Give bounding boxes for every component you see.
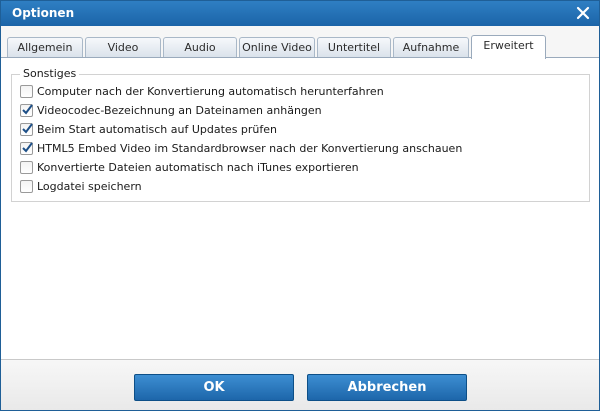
ok-button[interactable]: OK <box>134 374 294 401</box>
group-title: Sonstiges <box>20 67 80 80</box>
dialog-title: Optionen <box>12 6 75 20</box>
group-sonstiges: Sonstiges Computer nach der Konvertierun… <box>11 67 590 202</box>
option-label: Logdatei speichern <box>37 180 142 193</box>
checkbox[interactable] <box>20 142 33 155</box>
option-label: HTML5 Embed Video im Standardbrowser nac… <box>37 142 463 155</box>
tab-online-video[interactable]: Online Video <box>239 37 315 58</box>
checkmark-icon <box>22 142 33 153</box>
tab-untertitel[interactable]: Untertitel <box>317 37 391 58</box>
options-dialog: Optionen Allgemein Video Audio Online Vi… <box>0 0 600 411</box>
option-label: Videocodec-Bezeichnung an Dateinamen anh… <box>37 104 322 117</box>
tab-allgemein[interactable]: Allgemein <box>7 37 83 58</box>
tab-panel-erweitert: Sonstiges Computer nach der Konvertierun… <box>1 58 599 360</box>
tab-erweitert[interactable]: Erweitert <box>471 35 546 59</box>
option-label: Beim Start automatisch auf Updates prüfe… <box>37 123 278 136</box>
tab-aufnahme[interactable]: Aufnahme <box>393 37 469 58</box>
checkbox[interactable] <box>20 180 33 193</box>
checkbox[interactable] <box>20 123 33 136</box>
checkbox[interactable] <box>20 104 33 117</box>
cancel-button[interactable]: Abbrechen <box>307 374 467 401</box>
option-label: Konvertierte Dateien automatisch nach iT… <box>37 161 359 174</box>
button-bar: OK Abbrechen <box>1 359 599 410</box>
tab-video[interactable]: Video <box>85 37 161 58</box>
option-label: Computer nach der Konvertierung automati… <box>37 85 384 98</box>
checkmark-icon <box>22 123 33 134</box>
checkmark-icon <box>22 104 33 115</box>
checkbox[interactable] <box>20 85 33 98</box>
checkbox[interactable] <box>20 161 33 174</box>
tab-strip: Allgemein Video Audio Online Video Unter… <box>1 26 599 59</box>
tab-audio[interactable]: Audio <box>163 37 237 58</box>
title-bar: Optionen <box>1 1 599 26</box>
close-icon[interactable] <box>573 3 593 23</box>
